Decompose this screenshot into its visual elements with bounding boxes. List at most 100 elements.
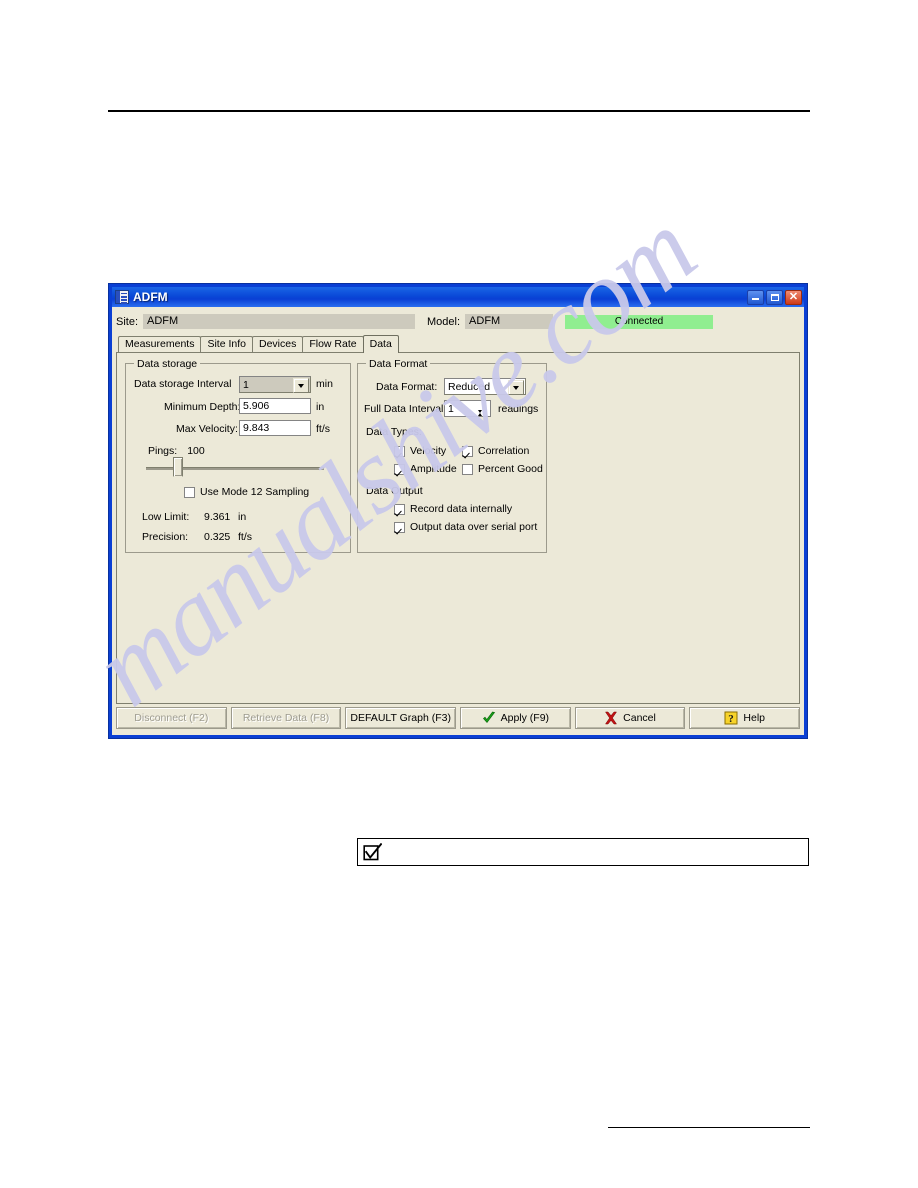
- low-limit-value: 9.361: [204, 511, 231, 523]
- max-velocity-input[interactable]: 9.843: [239, 420, 311, 436]
- tabstrip: Measurements Site Info Devices Flow Rate…: [118, 334, 800, 353]
- minimize-icon[interactable]: [747, 289, 764, 305]
- low-limit-unit: in: [238, 511, 247, 523]
- checkbox-box-icon: [462, 445, 473, 457]
- cancel-button[interactable]: Cancel: [574, 707, 686, 729]
- dialog-button-bar: Disconnect (F2) Retrieve Data (F8) DEFAU…: [116, 705, 801, 731]
- model-label: Model:: [427, 315, 461, 328]
- minimum-depth-label: Minimum Depth:: [164, 401, 241, 413]
- tab-devices[interactable]: Devices: [251, 336, 304, 352]
- data-storage-interval-unit: min: [316, 378, 333, 390]
- default-graph-button-label: DEFAULT Graph (F3): [350, 712, 451, 724]
- svg-text:?: ?: [729, 713, 735, 725]
- checkbox-percent-good-label: Percent Good: [478, 463, 543, 475]
- cancel-button-label: Cancel: [623, 712, 656, 724]
- checkbox-velocity-label: Velocity: [410, 445, 447, 457]
- maximize-icon[interactable]: [766, 289, 783, 305]
- checkbox-box-icon: [394, 445, 405, 457]
- disconnect-button[interactable]: Disconnect (F2): [116, 707, 227, 729]
- checkbox-output-serial-label: Output data over serial port: [410, 521, 538, 533]
- checkbox-box-icon: [394, 463, 405, 475]
- data-format-group: Data Format Data Format: Reduced Full Da…: [357, 358, 547, 553]
- pings-label: Pings:: [148, 445, 178, 457]
- apply-button-label: Apply (F9): [500, 712, 550, 724]
- full-data-interval-label: Full Data Interval:: [364, 403, 447, 415]
- page-footer-rule: [608, 1127, 810, 1128]
- pings-value: 100: [187, 445, 205, 457]
- checkbox-output-serial[interactable]: Output data over serial port: [394, 521, 537, 533]
- data-storage-interval-row: Data storage Interval: [134, 378, 231, 390]
- tab-measurements[interactable]: Measurements: [118, 336, 202, 352]
- full-data-interval-spinner[interactable]: 1: [444, 400, 491, 417]
- use-mode12-checkbox[interactable]: Use Mode 12 Sampling: [184, 486, 309, 498]
- retrieve-data-button[interactable]: Retrieve Data (F8): [230, 707, 342, 729]
- chevron-down-icon[interactable]: [293, 378, 309, 393]
- spinner-buttons[interactable]: [478, 401, 490, 416]
- tab-site-info[interactable]: Site Info: [200, 336, 253, 352]
- max-velocity-unit: ft/s: [316, 423, 331, 435]
- checkbox-box-icon: [394, 503, 405, 515]
- model-value: ADFM: [465, 314, 554, 329]
- note-callout-box: [357, 838, 809, 866]
- full-data-interval-label-row: Full Data Interval:: [364, 403, 446, 415]
- yellow-question-icon: ?: [724, 711, 738, 725]
- minimum-depth-input[interactable]: 5.906: [239, 398, 311, 414]
- checkbox-box-icon: [462, 463, 473, 475]
- checkmark-icon: [363, 842, 383, 862]
- precision-value: 0.325: [204, 531, 231, 543]
- checkbox-percent-good[interactable]: Percent Good: [462, 463, 543, 475]
- site-label: Site:: [116, 315, 139, 328]
- checkbox-record-internally[interactable]: Record data internally: [394, 503, 512, 515]
- checkbox-box-icon: [184, 486, 195, 498]
- identity-row: Site: ADFM Model: ADFM Connected: [116, 313, 800, 330]
- data-format-group-title: Data Format: [366, 358, 431, 370]
- data-format-combobox[interactable]: Reduced: [444, 378, 526, 395]
- data-format-value: Reduced: [448, 380, 491, 393]
- checkbox-amplitude[interactable]: Amplitude: [394, 463, 457, 475]
- tab-flow-rate[interactable]: Flow Rate: [302, 336, 364, 352]
- window-titlebar[interactable]: ADFM ✕: [112, 287, 804, 307]
- precision-label: Precision:: [142, 531, 189, 543]
- page-header-rule: [108, 110, 810, 112]
- data-storage-group: Data storage Data storage Interval 1 min…: [125, 358, 351, 553]
- checkbox-correlation[interactable]: Correlation: [462, 445, 529, 457]
- max-velocity-label-row: Max Velocity:: [176, 423, 238, 435]
- max-velocity-value: 9.843: [243, 422, 270, 434]
- help-button-label: Help: [743, 712, 765, 724]
- checkbox-velocity[interactable]: Velocity: [394, 445, 446, 457]
- low-limit-label: Low Limit:: [142, 511, 190, 523]
- default-graph-button[interactable]: DEFAULT Graph (F3): [345, 707, 457, 729]
- checkbox-record-internally-label: Record data internally: [410, 503, 513, 515]
- status-badge: Connected: [565, 314, 714, 329]
- chevron-down-icon[interactable]: [508, 380, 524, 395]
- full-data-interval-unit: readings: [498, 403, 539, 415]
- checkbox-correlation-label: Correlation: [478, 445, 530, 457]
- data-output-label: Data Output: [366, 485, 423, 497]
- tab-data[interactable]: Data: [362, 335, 399, 353]
- checkbox-box-icon: [394, 521, 405, 533]
- checkbox-amplitude-label: Amplitude: [410, 463, 457, 475]
- precision-unit: ft/s: [238, 531, 253, 543]
- apply-button[interactable]: Apply (F9): [460, 707, 571, 729]
- minimum-depth-value: 5.906: [243, 400, 270, 412]
- data-storage-interval-value: 1: [243, 378, 249, 391]
- data-storage-interval-label: Data storage Interval: [134, 378, 232, 390]
- list-window-icon: [115, 290, 129, 304]
- full-data-interval-value: 1: [448, 402, 454, 415]
- data-types-label: Data Types:: [366, 426, 422, 438]
- minimum-depth-unit: in: [316, 401, 325, 413]
- help-button[interactable]: ? Help: [689, 707, 801, 729]
- pings-slider-thumb[interactable]: [173, 457, 184, 482]
- red-x-icon: [604, 711, 618, 725]
- retrieve-data-button-label: Retrieve Data (F8): [242, 712, 330, 724]
- tab-panel-data: Data storage Data storage Interval 1 min…: [116, 352, 800, 704]
- use-mode12-label: Use Mode 12 Sampling: [200, 486, 310, 498]
- adfm-window: ADFM ✕ Site: ADFM Model: ADFM Connected …: [108, 283, 808, 739]
- spinner-down-icon[interactable]: [478, 413, 490, 425]
- pings-row: Pings: 100: [148, 445, 205, 457]
- green-check-icon: [482, 711, 496, 725]
- window-title: ADFM: [133, 290, 168, 304]
- disconnect-button-label: Disconnect (F2): [134, 712, 209, 724]
- close-icon[interactable]: ✕: [785, 289, 802, 305]
- data-storage-interval-combobox[interactable]: 1: [239, 376, 311, 393]
